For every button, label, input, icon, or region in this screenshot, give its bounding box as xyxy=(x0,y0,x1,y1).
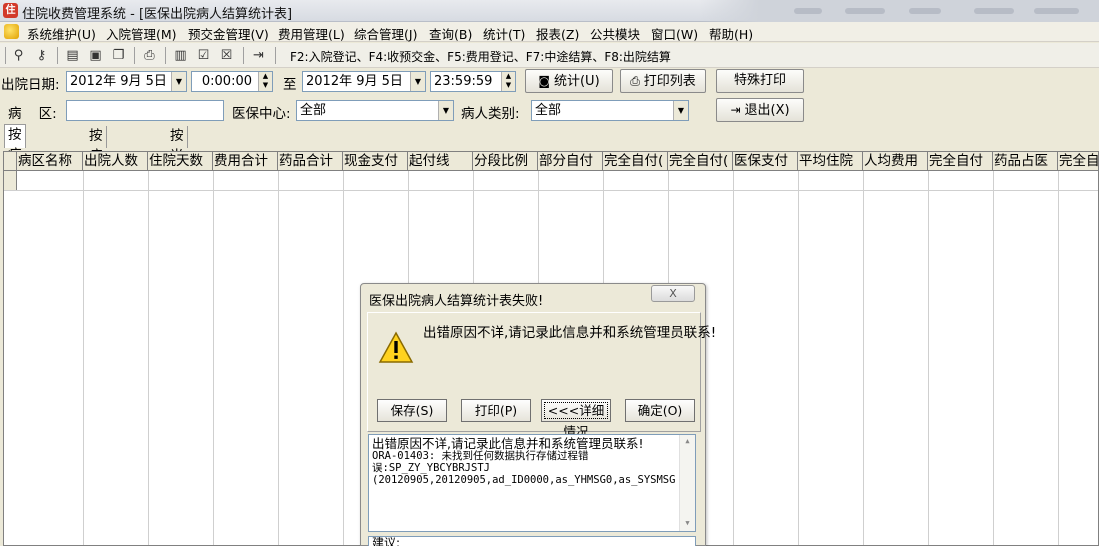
tab-by-department[interactable]: 按当前科室汇总 xyxy=(167,126,188,264)
patient-type-label: 病人类别: xyxy=(461,106,520,122)
column-header[interactable]: 现金支付 xyxy=(343,152,408,171)
title-bar-blurred-area xyxy=(699,0,1099,22)
menu-deposit[interactable]: 预交金管理(V) xyxy=(188,24,269,43)
ok-button[interactable]: 确定(O) xyxy=(625,399,695,422)
chevron-down-icon[interactable]: ▼ xyxy=(410,72,425,91)
title-bar: 住 住院收费管理系统 - [医保出院病人结算统计表] xyxy=(0,0,1099,22)
binoculars-icon: ◙ xyxy=(538,74,550,88)
shortcut-hint: F2:入院登记、F4:收预交金、F5:费用登记、F7:中途结算、F8:出院结算 xyxy=(290,50,671,64)
column-header[interactable]: 医保支付 xyxy=(733,152,798,171)
exit-button[interactable]: ⇥ 退出(X) xyxy=(716,98,804,122)
detail-line: ORA-01403: 未找到任何数据执行存储过程错 xyxy=(372,450,589,462)
copy-icon[interactable]: ❐ xyxy=(110,47,127,64)
start-date-picker[interactable]: 2012年 9月 5日 ▼ xyxy=(66,71,187,92)
menu-help[interactable]: 帮助(H) xyxy=(709,24,753,43)
end-time-field[interactable]: 23:59:59 ▲ ▼ xyxy=(430,71,516,92)
ward-label: 病 区: xyxy=(8,106,57,122)
print-icon[interactable]: ⎙ xyxy=(141,47,158,64)
card-icon[interactable]: ▥ xyxy=(172,47,189,64)
column-header[interactable]: 完全自 xyxy=(1058,152,1098,171)
row-indicator-header xyxy=(4,152,17,171)
column-header[interactable]: 药品占医 xyxy=(993,152,1058,171)
close-button[interactable]: X xyxy=(651,285,695,302)
end-date-picker[interactable]: 2012年 9月 5日 ▼ xyxy=(302,71,426,92)
menu-reports[interactable]: 报表(Z) xyxy=(536,24,579,43)
menu-general[interactable]: 综合管理(J) xyxy=(354,24,417,43)
insurance-center-select[interactable]: 全部 ▼ xyxy=(296,100,454,121)
exit-door-icon: ⇥ xyxy=(730,103,741,117)
column-header[interactable]: 起付线 xyxy=(408,152,473,171)
error-dialog: 医保出院病人结算统计表失败! X 出错原因不详,请记录此信息并和系统管理员联系!… xyxy=(360,283,716,546)
table-row[interactable] xyxy=(4,190,1098,191)
patient-type-select[interactable]: 全部 ▼ xyxy=(531,100,689,121)
warning-icon xyxy=(378,331,414,363)
chevron-down-icon[interactable]: ▼ xyxy=(438,101,453,120)
menu-window[interactable]: 窗口(W) xyxy=(651,24,698,43)
row-indicator[interactable] xyxy=(4,171,17,190)
column-header[interactable]: 药品合计 xyxy=(278,152,343,171)
insurance-center-label: 医保中心: xyxy=(232,106,291,122)
special-print-button[interactable]: 特殊打印 xyxy=(716,69,804,93)
column-header[interactable]: 费用合计 xyxy=(213,152,278,171)
menu-bar: 系统维护(U) 入院管理(M) 预交金管理(V) 费用管理(L) 综合管理(J)… xyxy=(0,22,1099,42)
key-icon[interactable]: ⚷ xyxy=(33,47,50,64)
menu-statistics[interactable]: 统计(T) xyxy=(483,24,525,43)
column-header[interactable]: 出院人数 xyxy=(83,152,148,171)
close-icon: X xyxy=(669,287,677,300)
time-spinner[interactable]: ▲ ▼ xyxy=(258,72,272,91)
column-header[interactable]: 部分自付 xyxy=(538,152,603,171)
menu-admission[interactable]: 入院管理(M) xyxy=(106,24,177,43)
exit-door-icon[interactable]: ⇥ xyxy=(250,47,267,64)
save-button[interactable]: 保存(S) xyxy=(377,399,447,422)
start-date-value: 2012年 9月 5日 xyxy=(70,74,167,89)
print-icon: ⎙ xyxy=(630,74,640,88)
column-header[interactable]: 完全自付( xyxy=(603,152,668,171)
detail-line: 出错原因不详,请记录此信息并和系统管理员联系! xyxy=(372,436,644,451)
column-header[interactable]: 分段比例 xyxy=(473,152,538,171)
to-label: 至 xyxy=(283,77,297,93)
detail-line: 误:SP_ZY_YBCYBRJSTJ xyxy=(372,462,490,474)
app-icon: 住 xyxy=(3,3,18,18)
tab-by-ward[interactable]: 按病区汇总 xyxy=(4,124,26,223)
end-date-value: 2012年 9月 5日 xyxy=(306,74,403,89)
start-time-field[interactable]: 0:00:00 ▲ ▼ xyxy=(191,71,273,92)
dialog-title: 医保出院病人结算统计表失败! xyxy=(369,294,544,309)
menu-app-icon[interactable] xyxy=(4,24,19,39)
document-icon[interactable]: ▤ xyxy=(64,47,81,64)
tab-by-patient[interactable]: 按病人显示 xyxy=(86,126,107,224)
check-doc-icon[interactable]: ☑ xyxy=(195,47,212,64)
toolbar: ⚲ ⚷ ▤ ▣ ❐ ⎙ ▥ ☑ ☒ ⇥ F2:入院登记、F4:收预交金、F5:费… xyxy=(0,43,1099,68)
cancel-doc-icon[interactable]: ☒ xyxy=(218,47,235,64)
print-list-button[interactable]: ⎙ 打印列表 xyxy=(620,69,706,93)
discharge-date-label: 出院日期: xyxy=(1,77,60,93)
window-title: 住院收费管理系统 - [医保出院病人结算统计表] xyxy=(22,7,293,22)
menu-system[interactable]: 系统维护(U) xyxy=(27,24,96,43)
chevron-down-icon[interactable]: ▼ xyxy=(171,72,186,91)
chevron-down-icon[interactable]: ▼ xyxy=(673,101,688,120)
column-header[interactable]: 完全自付 xyxy=(928,152,993,171)
print-button[interactable]: 打印(P) xyxy=(461,399,531,422)
menu-query[interactable]: 查询(B) xyxy=(429,24,472,43)
end-time-value: 23:59:59 xyxy=(434,74,493,89)
monitor-icon[interactable]: ▣ xyxy=(87,47,104,64)
ward-input[interactable] xyxy=(66,100,224,121)
time-spinner[interactable]: ▲ ▼ xyxy=(501,72,515,91)
details-button[interactable]: <<<详细情况 xyxy=(541,399,611,439)
column-header[interactable]: 完全自付( xyxy=(668,152,733,171)
menu-public[interactable]: 公共模块 xyxy=(590,24,640,43)
detail-line: (20120905,20120905,ad_ID0000,as_YHMSG0,a… xyxy=(372,474,676,486)
stats-button[interactable]: ◙ 统计(U) xyxy=(525,69,613,93)
column-header[interactable]: 平均住院 xyxy=(798,152,863,171)
column-header[interactable]: 住院天数 xyxy=(148,152,213,171)
start-time-value: 0:00:00 xyxy=(201,74,252,89)
column-header[interactable]: 病区名称 xyxy=(17,152,83,171)
detail-scrollbar[interactable]: ▲ ▼ xyxy=(679,435,695,531)
suggestion-field[interactable]: 建议: xyxy=(368,536,696,546)
grid-header: 病区名称 出院人数 住院天数 费用合计 药品合计 现金支付 起付线 分段比例 部… xyxy=(4,152,1098,171)
column-header[interactable]: 人均费用 xyxy=(863,152,928,171)
users-key-icon[interactable]: ⚲ xyxy=(10,47,27,64)
error-detail-textarea[interactable]: 出错原因不详,请记录此信息并和系统管理员联系! ORA-01403: 未找到任何… xyxy=(368,434,696,532)
dialog-message: 出错原因不详,请记录此信息并和系统管理员联系! xyxy=(423,325,717,341)
menu-fees[interactable]: 费用管理(L) xyxy=(278,24,345,43)
